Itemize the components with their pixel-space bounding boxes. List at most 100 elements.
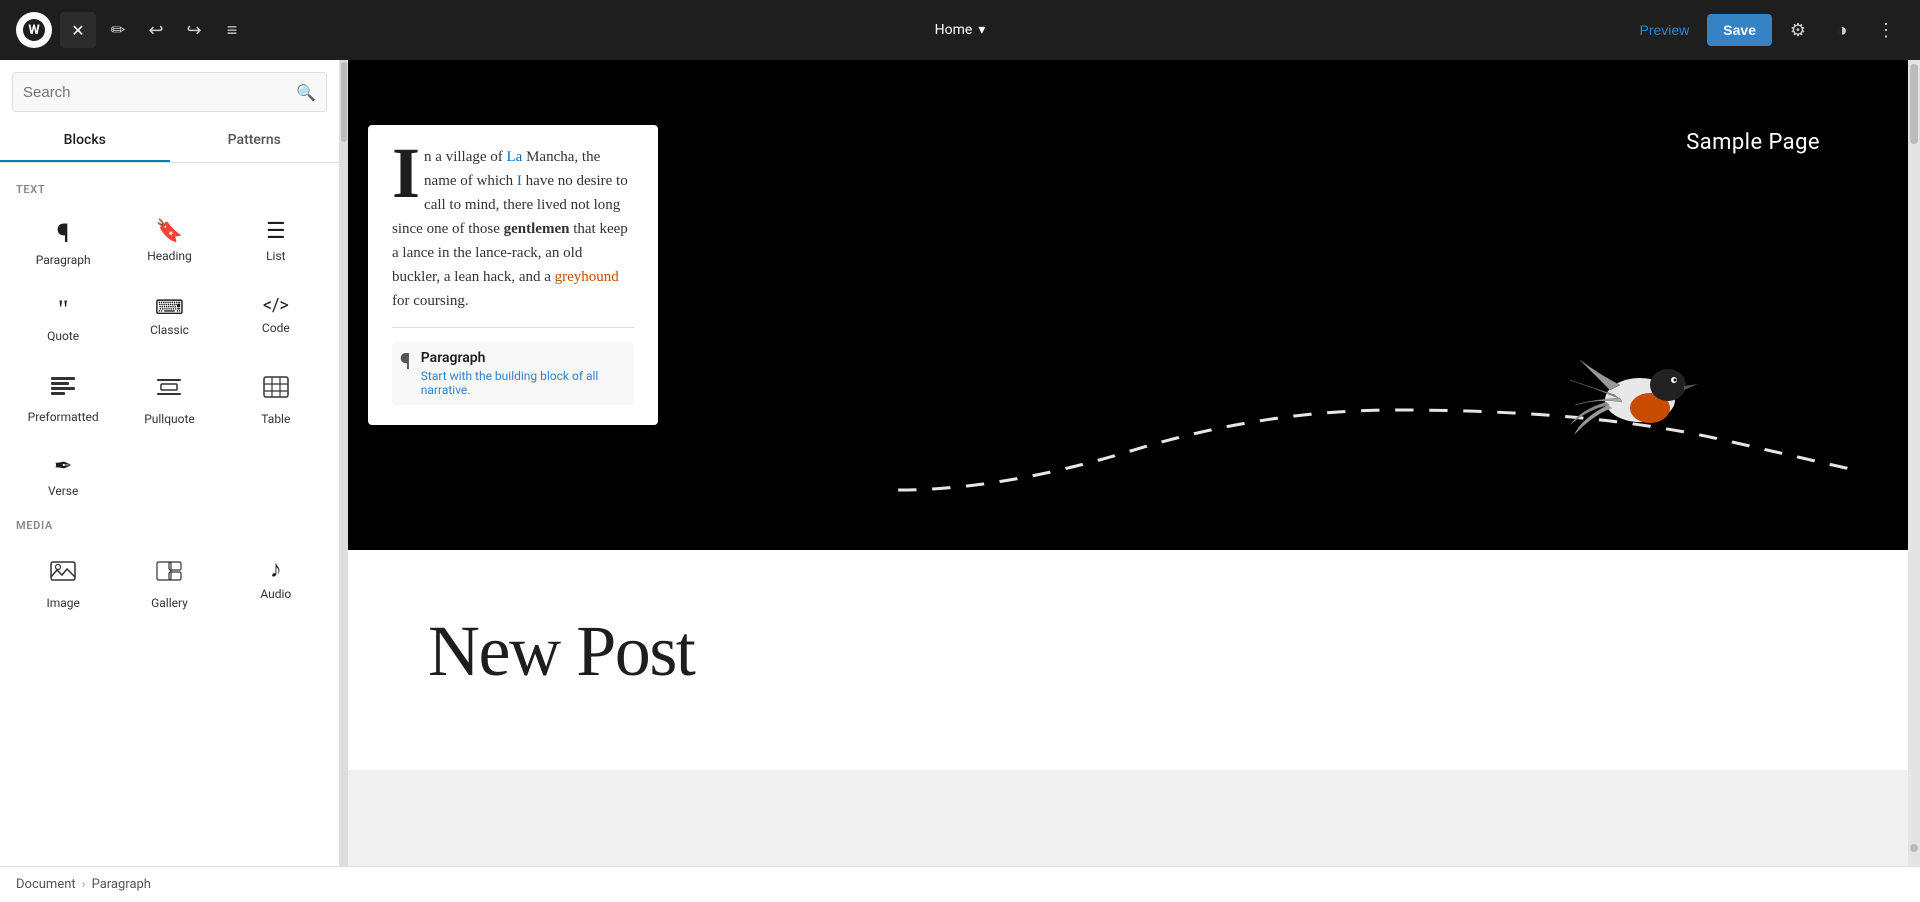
block-item-gallery[interactable]: Gallery [118,544,220,623]
block-item-quote[interactable]: " Quote [12,284,114,356]
page-title: Home [935,22,973,38]
undo-icon: ↩ [148,20,163,41]
audio-label: Audio [260,587,291,601]
settings-icon: ⚙ [1790,20,1806,41]
canvas-area[interactable]: Sample Page I n a village of La Mancha, … [340,60,1920,866]
menu-icon: ≡ [227,20,238,41]
pencil-icon: ✏ [110,20,125,41]
section-label-media: MEDIA [16,519,327,532]
list-label: List [266,249,286,263]
audio-icon: ♪ [270,557,282,581]
text-block-grid: ¶ Paragraph 🔖 Heading ☰ List " Quote [12,208,327,511]
breadcrumb-paragraph[interactable]: Paragraph [92,877,151,892]
classic-label: Classic [150,323,189,337]
verse-label: Verse [48,484,78,498]
search-input[interactable] [23,84,296,101]
block-item-verse[interactable]: ✒ Verse [12,443,114,511]
block-item-heading[interactable]: 🔖 Heading [118,208,220,280]
preformatted-label: Preformatted [28,410,99,424]
redo-button[interactable]: ↪ [176,12,212,48]
quote-label: Quote [47,329,79,343]
popup-text-block: I n a village of La Mancha, the name of … [392,145,634,313]
main-layout: 🔍 Blocks Patterns TEXT ¶ Paragraph 🔖 Hea… [0,60,1920,866]
breadcrumb-separator: › [82,877,86,892]
page-nav-center[interactable]: Home ▾ [935,22,986,38]
paragraph-icon: ¶ [57,221,70,247]
search-box[interactable]: 🔍 [12,72,327,112]
block-item-code[interactable]: </> Code [225,284,327,356]
save-button[interactable]: Save [1707,14,1772,46]
close-icon: ✕ [71,21,84,40]
redo-icon: ↪ [186,20,201,41]
block-item-list[interactable]: ☰ List [225,208,327,280]
quote-icon: " [58,297,69,323]
block-item-audio[interactable]: ♪ Audio [225,544,327,623]
drop-cap: I [392,145,420,203]
heading-icon: 🔖 [156,221,183,243]
preview-button[interactable]: Preview [1630,16,1700,44]
heading-label: Heading [147,249,192,263]
list-icon: ☰ [266,221,286,243]
new-post-title: New Post [428,610,695,693]
tab-blocks[interactable]: Blocks [0,120,170,162]
left-scrollbar[interactable] [340,60,348,866]
gallery-icon [155,557,183,590]
white-section: New Post [348,550,1920,770]
popup-paragraph-hint[interactable]: ¶ Paragraph Start with the building bloc… [392,342,634,405]
hint-text: Paragraph Start with the building block … [421,350,626,397]
block-item-preformatted[interactable]: Preformatted [12,360,114,439]
breadcrumb-document[interactable]: Document [16,877,76,892]
popup-body-text: n a village of La Mancha, the name of wh… [392,149,628,309]
hero-section: Sample Page I n a village of La Mancha, … [348,60,1920,550]
contrast-icon: ◑ [1837,20,1848,41]
section-label-text: TEXT [16,183,327,196]
right-scrollbar[interactable] [1908,60,1920,866]
undo-button[interactable]: ↩ [138,12,174,48]
table-icon [262,373,290,406]
sidebar: 🔍 Blocks Patterns TEXT ¶ Paragraph 🔖 Hea… [0,60,340,866]
wp-logo-inner: W [23,19,45,41]
wp-logo[interactable]: W [16,12,52,48]
image-icon [49,557,77,590]
top-toolbar: W ✕ ✏ ↩ ↪ ≡ Home ▾ Preview Save ⚙ ◑ ⋮ [0,0,1920,60]
verse-icon: ✒ [54,456,72,478]
bottom-bar: Document › Paragraph [0,866,1920,902]
more-icon: ⋮ [1877,20,1895,41]
bird-illustration [1560,330,1720,450]
hint-title: Paragraph [421,350,626,366]
tab-patterns[interactable]: Patterns [170,120,340,162]
image-label: Image [46,596,79,610]
code-icon: </> [263,297,289,315]
settings-button[interactable]: ⚙ [1780,12,1816,48]
right-scroll-thumb [1910,64,1918,144]
left-scroll-thumb [341,62,347,142]
block-item-classic[interactable]: ⌨ Classic [118,284,220,356]
classic-icon: ⌨ [155,297,184,317]
search-icon: 🔍 [296,83,316,102]
gallery-label: Gallery [151,596,188,610]
hint-desc: Start with the building block of all nar… [421,369,626,397]
close-button[interactable]: ✕ [60,12,96,48]
hero-title: Sample Page [1686,130,1820,155]
preformatted-icon [49,373,77,404]
pencil-button[interactable]: ✏ [100,12,136,48]
sidebar-search-area: 🔍 [0,60,339,120]
menu-button[interactable]: ≡ [214,12,250,48]
block-list: TEXT ¶ Paragraph 🔖 Heading ☰ List [0,163,339,866]
pullquote-icon [155,373,183,406]
block-item-table[interactable]: Table [225,360,327,439]
block-item-pullquote[interactable]: Pullquote [118,360,220,439]
contrast-button[interactable]: ◑ [1824,12,1860,48]
popup-divider [392,327,634,328]
popup-card[interactable]: I n a village of La Mancha, the name of … [368,125,658,425]
pullquote-label: Pullquote [144,412,195,426]
scroll-arrow-down[interactable] [1910,844,1918,852]
sidebar-tabs: Blocks Patterns [0,120,339,163]
more-button[interactable]: ⋮ [1868,12,1904,48]
block-item-paragraph[interactable]: ¶ Paragraph [12,208,114,280]
block-item-image[interactable]: Image [12,544,114,623]
chevron-down-icon: ▾ [978,22,985,38]
media-block-grid: Image Gallery ♪ Audio [12,544,327,623]
hint-paragraph-icon: ¶ [400,350,411,375]
code-label: Code [262,321,290,335]
